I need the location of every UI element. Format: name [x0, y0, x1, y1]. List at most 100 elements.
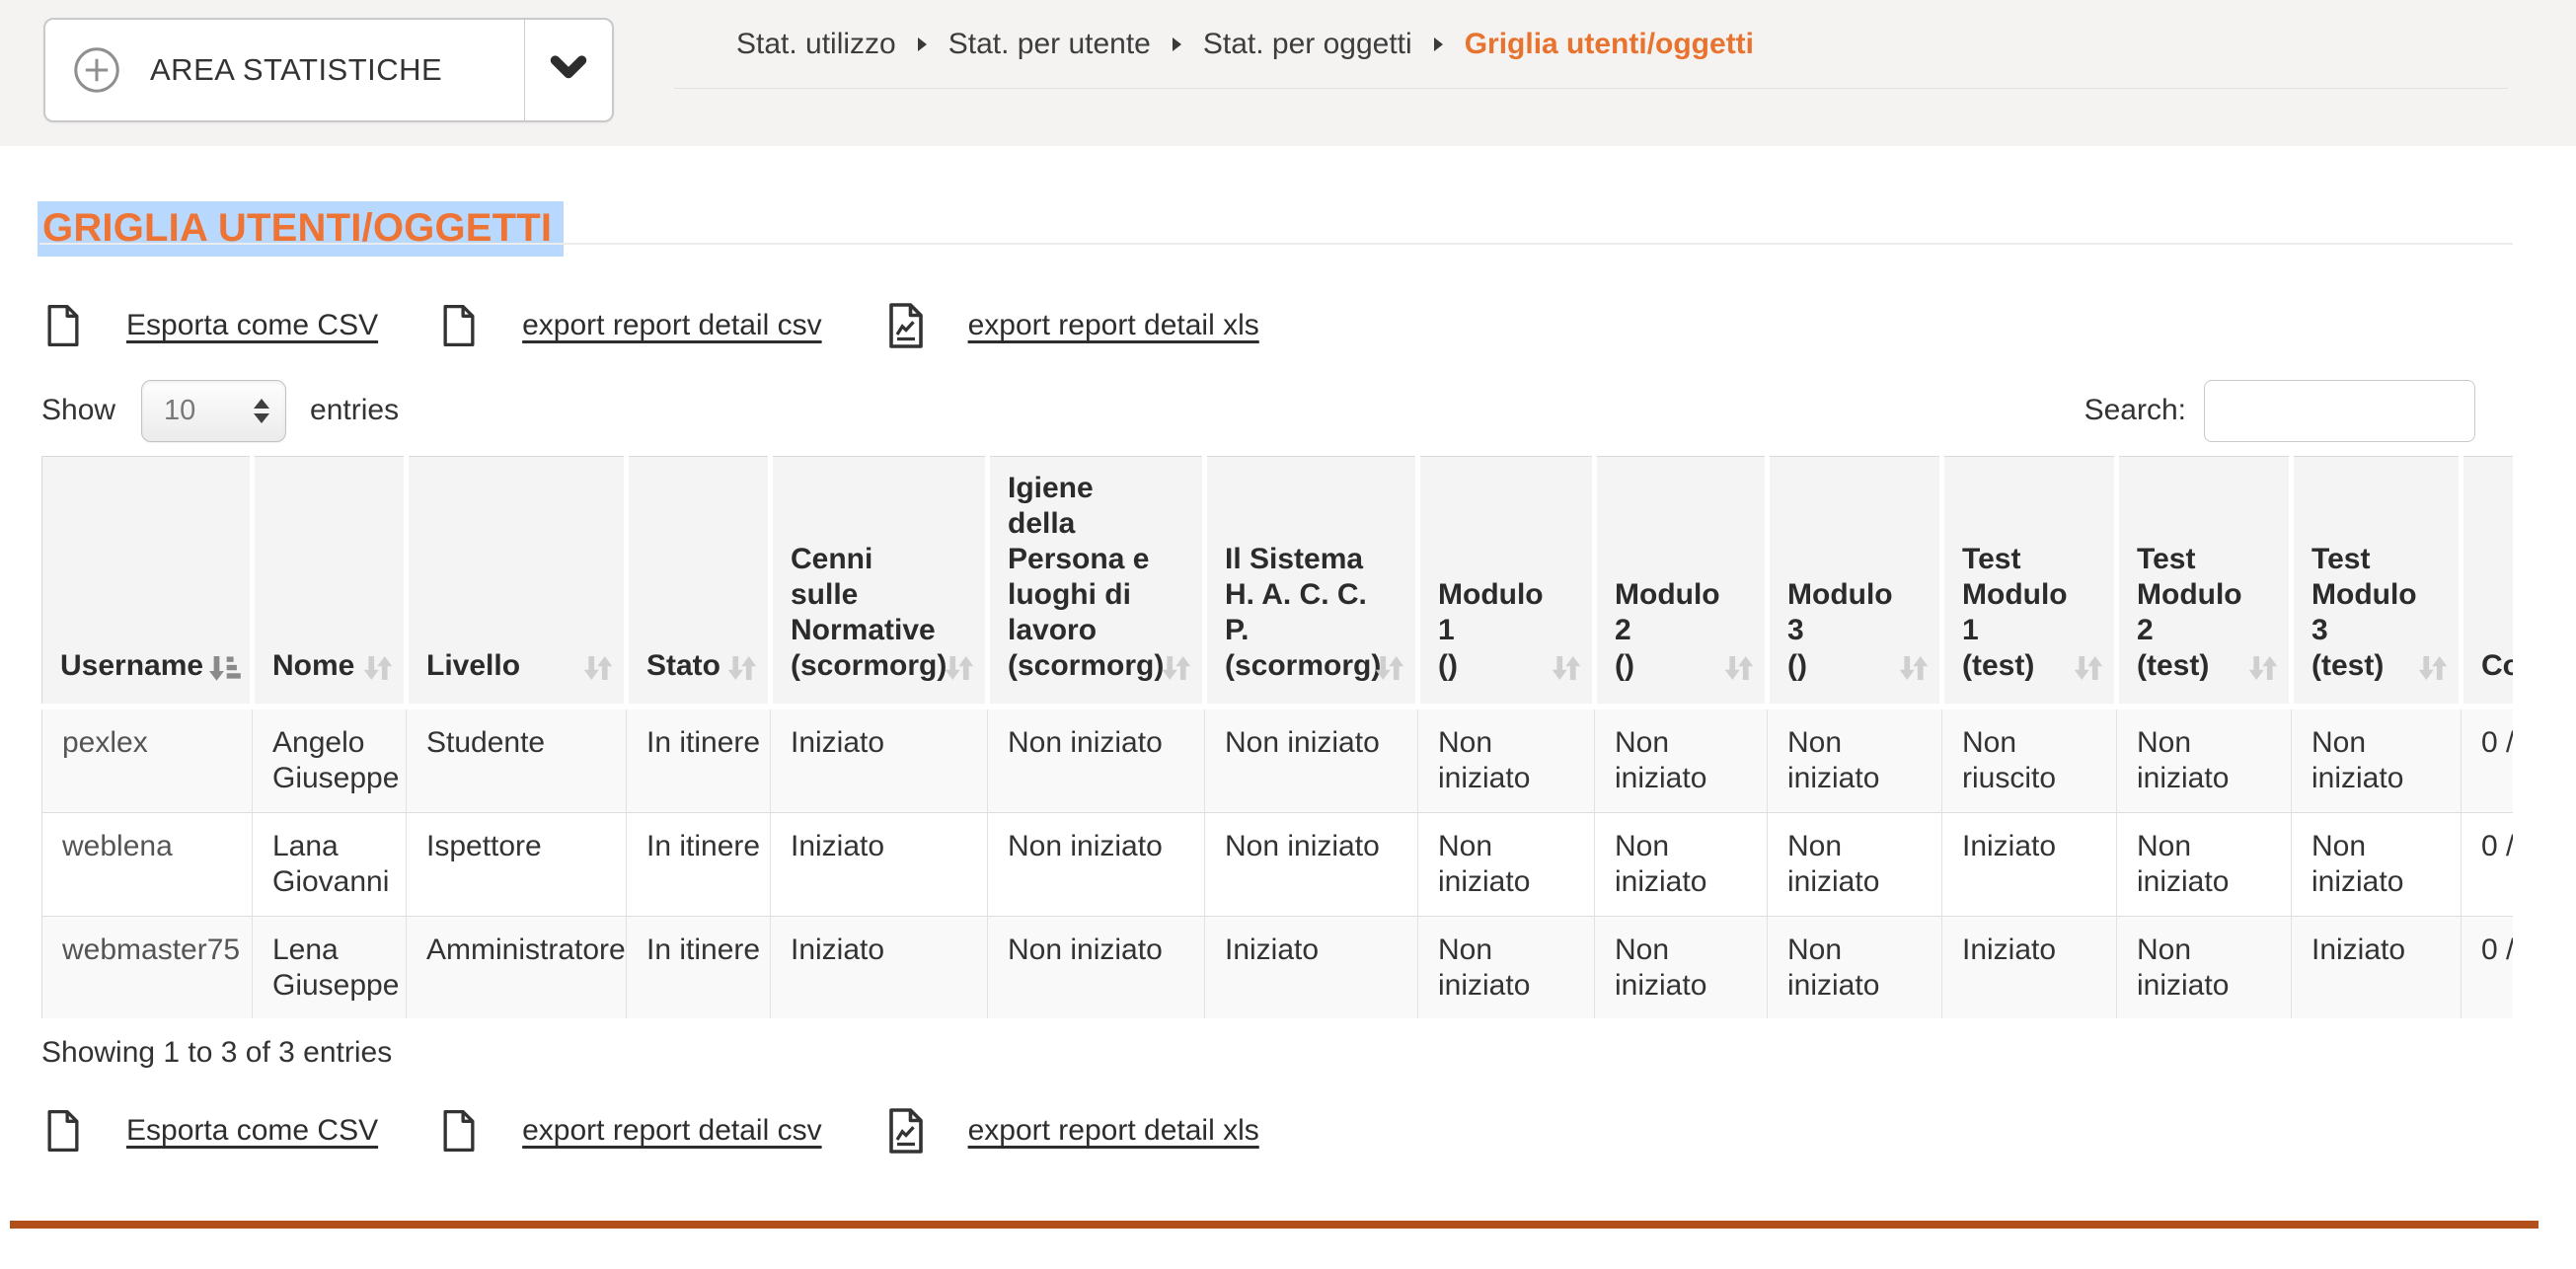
breadcrumb-separator-icon — [1173, 37, 1181, 51]
table-cell: 0 / — [2462, 813, 2514, 917]
sort-icon — [942, 650, 977, 686]
column-header[interactable]: Il SistemaH. A. C. C.P.(scormorg) — [1205, 457, 1418, 708]
table-cell: Ispettore — [407, 813, 627, 917]
column-header[interactable]: Stato — [627, 457, 771, 708]
sort-icon — [1721, 650, 1757, 686]
table-cell: Lena Giuseppe — [253, 917, 407, 1019]
footer-divider — [10, 1221, 2538, 1229]
breadcrumb-item[interactable]: Stat. per utente — [948, 28, 1151, 61]
top-bar: AREA STATISTICHE Stat. utilizzo Stat. per… — [0, 0, 2576, 146]
column-header-label: Modulo — [1438, 577, 1574, 613]
export-link[interactable]: export report detail csv — [522, 1114, 821, 1148]
export-links-bottom: Esporta come CSV export report detail csv… — [45, 1102, 1259, 1159]
export-link[interactable]: Esporta come CSV — [126, 1114, 378, 1148]
area-dropdown-caret-button[interactable] — [524, 20, 612, 120]
page-length-control: Show 10 entries — [41, 379, 399, 442]
export-link[interactable]: export report detail xls — [968, 1114, 1259, 1148]
sort-icon — [360, 650, 396, 686]
page-size-value: 10 — [142, 395, 195, 427]
export-link-group[interactable]: export report detail xls — [885, 302, 1259, 349]
breadcrumb: Stat. utilizzo Stat. per utente Stat. per … — [736, 0, 1754, 89]
table-cell: Non iniziato — [1205, 707, 1418, 813]
table-cell: Angelo Giuseppe — [253, 707, 407, 813]
file-icon — [45, 303, 81, 348]
breadcrumb-current: Griglia utenti/oggetti — [1465, 28, 1754, 61]
column-header-label: 3 — [1787, 613, 1922, 648]
file-chart-icon — [885, 302, 927, 349]
sort-asc-icon — [206, 650, 242, 686]
table-cell: Non iniziato — [2292, 813, 2462, 917]
sort-icon — [2071, 650, 2106, 686]
export-link[interactable]: Esporta come CSV — [126, 309, 378, 342]
table-cell: Iniziato — [2292, 917, 2462, 1019]
page-title: GRIGLIA UTENTI/OGGETTI — [38, 201, 564, 257]
column-header[interactable]: Co — [2462, 457, 2514, 708]
column-header-label: Modulo — [1787, 577, 1922, 613]
column-header[interactable]: TestModulo1(test) — [1942, 457, 2117, 708]
column-header-label: lavoro — [1008, 613, 1184, 648]
column-header[interactable]: Nome — [253, 457, 407, 708]
area-statistiche-button[interactable]: AREA STATISTICHE — [45, 20, 524, 120]
column-header-label: H. A. C. C. — [1225, 577, 1398, 613]
export-link-group[interactable]: Esporta come CSV — [45, 303, 378, 348]
search-input[interactable] — [2204, 380, 2475, 442]
export-link[interactable]: export report detail xls — [968, 309, 1259, 342]
column-header-label: sulle — [791, 577, 967, 613]
area-statistiche-label: AREA STATISTICHE — [150, 52, 442, 88]
table-cell: Iniziato — [1942, 813, 2117, 917]
column-header[interactable]: IgienedellaPersona eluoghi dilavoro(scor… — [988, 457, 1205, 708]
table-cell: Non iniziato — [1418, 707, 1595, 813]
entries-label: entries — [310, 394, 399, 427]
column-header-label: Co — [2481, 648, 2513, 684]
sort-icon — [2415, 650, 2451, 686]
column-header-label: Test — [2137, 542, 2271, 577]
column-header[interactable]: Modulo1() — [1418, 457, 1595, 708]
page-size-select[interactable]: 10 — [141, 380, 286, 442]
breadcrumb-item[interactable]: Stat. per oggetti — [1203, 28, 1412, 61]
table-cell: Non iniziato — [1418, 917, 1595, 1019]
plus-circle-icon — [73, 46, 120, 94]
select-stepper-icon — [254, 381, 269, 441]
title-divider — [39, 243, 2513, 245]
table-row: webmaster75Lena GiuseppeAmministratoreIn… — [42, 917, 2514, 1019]
table-cell: Non iniziato — [1595, 917, 1768, 1019]
table-cell: Non iniziato — [1418, 813, 1595, 917]
column-header[interactable]: TestModulo2(test) — [2117, 457, 2292, 708]
column-header[interactable]: Livello — [407, 457, 627, 708]
table-cell: Iniziato — [1205, 917, 1418, 1019]
export-link-group[interactable]: export report detail csv — [441, 1108, 821, 1154]
table-cell: pexlex — [42, 707, 253, 813]
export-link-group[interactable]: export report detail csv — [441, 303, 821, 348]
table-cell: Non iniziato — [2117, 707, 2292, 813]
breadcrumb-separator-icon — [1434, 37, 1443, 51]
file-icon — [441, 1108, 477, 1154]
column-header-label: Modulo — [1615, 577, 1747, 613]
column-header[interactable]: TestModulo3(test) — [2292, 457, 2462, 708]
export-link-group[interactable]: Esporta come CSV — [45, 1108, 378, 1154]
table-cell: Iniziato — [771, 813, 988, 917]
sort-icon — [580, 650, 616, 686]
table-cell: weblena — [42, 813, 253, 917]
table-cell: Non iniziato — [1768, 707, 1942, 813]
breadcrumb-item[interactable]: Stat. utilizzo — [736, 28, 896, 61]
column-header[interactable]: Modulo3() — [1768, 457, 1942, 708]
table-row: pexlexAngelo GiuseppeStudenteIn itinereI… — [42, 707, 2514, 813]
column-header[interactable]: Modulo2() — [1595, 457, 1768, 708]
column-header[interactable]: Username — [42, 457, 253, 708]
sort-icon — [1159, 650, 1194, 686]
column-header-label: Persona e — [1008, 542, 1184, 577]
column-header-label: Test — [2311, 542, 2441, 577]
table-scroll-container[interactable]: UsernameNomeLivelloStatoCennisulleNormat… — [41, 456, 2513, 1018]
breadcrumb-separator-icon — [918, 37, 927, 51]
column-header-label: 1 — [1438, 613, 1574, 648]
export-link-group[interactable]: export report detail xls — [885, 1107, 1259, 1155]
table-cell: Non iniziato — [1768, 813, 1942, 917]
column-header-label: Modulo — [2137, 577, 2271, 613]
table-cell: Non iniziato — [1205, 813, 1418, 917]
area-statistiche-split-button[interactable]: AREA STATISTICHE — [43, 18, 614, 122]
table-cell: Lana Giovanni — [253, 813, 407, 917]
column-header[interactable]: CennisulleNormative(scormorg) — [771, 457, 988, 708]
column-header-label: P. — [1225, 613, 1398, 648]
file-icon — [441, 303, 477, 348]
export-link[interactable]: export report detail csv — [522, 309, 821, 342]
